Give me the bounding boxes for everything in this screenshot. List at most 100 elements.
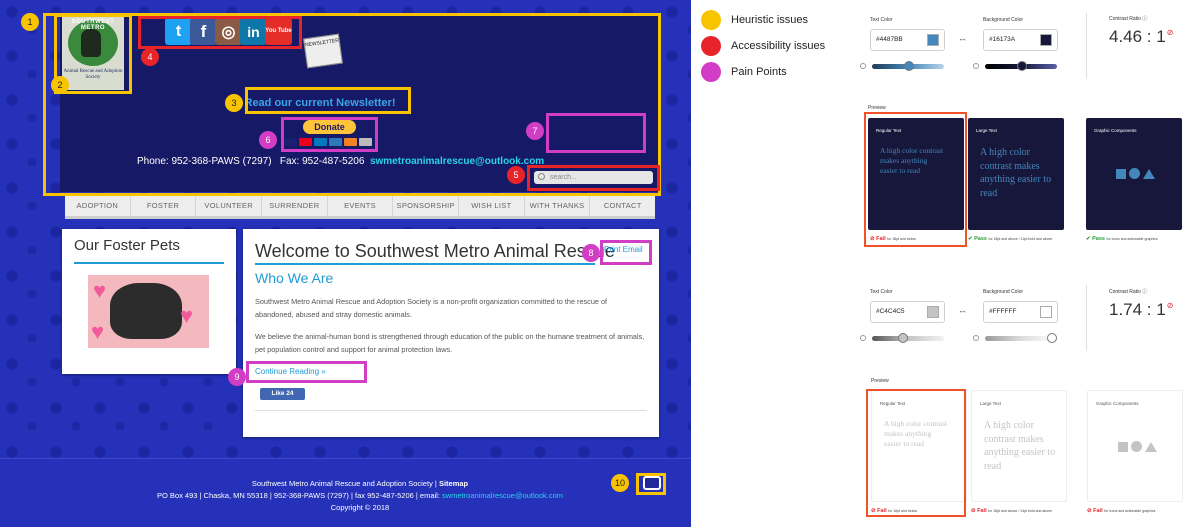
annotation-box-7 — [546, 113, 646, 153]
color-swatch[interactable] — [1040, 306, 1052, 318]
annotation-badge-9: 9 — [228, 368, 246, 386]
preview-graphic-components: Graphic Components — [1086, 118, 1182, 230]
status-large: ✔ Pass for 18pt and above / 14pt bold an… — [968, 236, 1053, 242]
legend-pain-points: Pain Points — [701, 62, 787, 82]
annotation-badge-10: 10 — [611, 474, 629, 492]
preview-graphic-components: Graphic Components — [1087, 390, 1183, 502]
nav-events[interactable]: EVENTS — [328, 193, 394, 216]
circle-icon — [1129, 168, 1140, 179]
annotation-box-10 — [636, 473, 666, 495]
annotation-box-9 — [246, 361, 367, 383]
background-color-input[interactable]: #16173A — [983, 29, 1058, 51]
background-color-input[interactable]: #FFFFFF — [983, 301, 1058, 323]
background-color-slider[interactable] — [985, 61, 1057, 71]
legend-accessibility: Accessibility issues — [701, 36, 825, 56]
preview-label: Preview — [871, 378, 889, 384]
divider — [1086, 285, 1087, 351]
background-color-label: Background Color — [983, 289, 1024, 295]
title-underline — [74, 262, 224, 264]
nav-adoption[interactable]: ADOPTION — [65, 193, 131, 216]
nav-sponsorship[interactable]: SPONSORSHIP — [393, 193, 460, 216]
annotation-badge-8: 8 — [582, 244, 600, 262]
nav-with-thanks[interactable]: WITH THANKS — [525, 193, 591, 216]
text-color-input[interactable]: #C4C4C5 — [870, 301, 945, 323]
text-color-label: Text Color — [870, 17, 893, 23]
footer-copyright: Copyright © 2018 — [330, 503, 390, 512]
circle-icon — [1131, 441, 1142, 452]
magenta-dot-icon — [701, 62, 721, 82]
footer-email-link[interactable]: swmetroanimalrescue@outlook.com — [442, 491, 563, 500]
intro-paragraph: Southwest Metro Animal Rescue and Adopti… — [255, 297, 608, 319]
square-icon — [1118, 441, 1128, 452]
foster-pets-title: Our Foster Pets — [74, 237, 180, 254]
title-underline — [255, 263, 595, 265]
text-color-slider[interactable] — [872, 333, 944, 343]
annotation-box-4 — [138, 16, 302, 49]
contrast-ratio-value: 4.46 : 1⊘ — [1109, 27, 1174, 46]
annotation-box-6 — [281, 117, 378, 152]
page-title: Welcome to Southwest Metro Animal Rescue — [255, 241, 615, 261]
swap-colors-icon[interactable]: ↔ — [958, 305, 967, 315]
annotated-review-canvas: SOUTHWEST METRO Animal Rescue and Adopti… — [0, 0, 1193, 527]
nav-surrender[interactable]: SURRENDER — [262, 193, 328, 216]
annotation-box-8 — [600, 240, 652, 265]
preview-large-text: Large Text A high color contrast makes a… — [968, 118, 1064, 230]
annotation-badge-3: 3 — [225, 94, 243, 112]
slider-handle[interactable] — [898, 333, 908, 343]
background-color-label: Background Color — [983, 17, 1024, 23]
slider-handle[interactable] — [1017, 61, 1027, 71]
red-dot-icon — [701, 36, 721, 56]
annotation-box-5 — [527, 165, 660, 191]
contrast-ratio-label: Contrast Ratio ⓘ — [1109, 289, 1148, 295]
square-icon — [1116, 168, 1126, 179]
lightness-icon — [860, 63, 866, 69]
status-graphic: ✔ Pass for icons and actionable graphics — [1086, 236, 1158, 242]
annotation-badge-5: 5 — [507, 166, 525, 184]
nav-volunteer[interactable]: VOLUNTEER — [196, 193, 263, 216]
lightness-icon — [860, 335, 866, 341]
heart-icon: ♥ — [91, 319, 105, 344]
main-nav: ADOPTION FOSTER VOLUNTEER SURRENDER EVEN… — [65, 193, 655, 219]
heart-icon: ♥ — [93, 278, 107, 303]
sitemap-link[interactable]: Sitemap — [439, 479, 468, 488]
who-we-are-heading: Who We Are — [255, 270, 334, 286]
facebook-like-button[interactable]: Like 24 — [260, 388, 305, 400]
foster-pet-photo[interactable]: ♥ ♥ ♥ — [88, 275, 209, 348]
preview-large-text: Large Text A high color contrast makes a… — [971, 390, 1067, 502]
lightness-icon — [973, 63, 979, 69]
heart-icon: ♥ — [180, 303, 194, 328]
annotation-badge-2: 2 — [51, 76, 69, 94]
annotation-badge-4: 4 — [141, 48, 159, 66]
annotation-badge-7: 7 — [526, 122, 544, 140]
highlight-fail-box — [864, 112, 967, 247]
color-swatch[interactable] — [927, 306, 939, 318]
swap-colors-icon[interactable]: ↔ — [958, 33, 967, 43]
contrast-ratio-label: Contrast Ratio ⓘ — [1109, 16, 1148, 22]
divider — [1086, 13, 1087, 79]
text-color-input[interactable]: #4487BB — [870, 29, 945, 51]
fail-icon: ⊘ — [1166, 28, 1174, 38]
annotation-box-3 — [245, 87, 411, 114]
status-large: ⊘ Fail for 18pt and above / 14pt bold an… — [971, 508, 1052, 514]
lightness-icon — [973, 335, 979, 341]
color-swatch[interactable] — [1040, 34, 1052, 46]
annotation-badge-1: 1 — [21, 13, 39, 31]
annotation-badge-6: 6 — [259, 131, 277, 149]
contrast-ratio-value: 1.74 : 1⊘ — [1109, 300, 1174, 319]
nav-foster[interactable]: FOSTER — [131, 193, 197, 216]
highlight-fail-box — [866, 389, 966, 517]
website-screenshot: SOUTHWEST METRO Animal Rescue and Adopti… — [0, 0, 691, 527]
text-color-slider[interactable] — [872, 61, 944, 71]
text-color-label: Text Color — [870, 289, 893, 295]
nav-wish-list[interactable]: WISH LIST — [459, 193, 525, 216]
fail-icon: ⊘ — [1166, 301, 1174, 311]
status-graphic: ⊘ Fail for icons and actionable graphics — [1087, 508, 1156, 514]
nav-contact[interactable]: CONTACT — [590, 193, 655, 216]
preview-label: Preview — [868, 105, 886, 111]
background-color-slider[interactable] — [985, 333, 1057, 343]
slider-handle[interactable] — [904, 61, 914, 71]
slider-handle[interactable] — [1047, 333, 1057, 343]
color-swatch[interactable] — [927, 34, 939, 46]
dog-image — [110, 283, 182, 339]
footer-line-1: Southwest Metro Animal Rescue and Adopti… — [251, 479, 469, 488]
